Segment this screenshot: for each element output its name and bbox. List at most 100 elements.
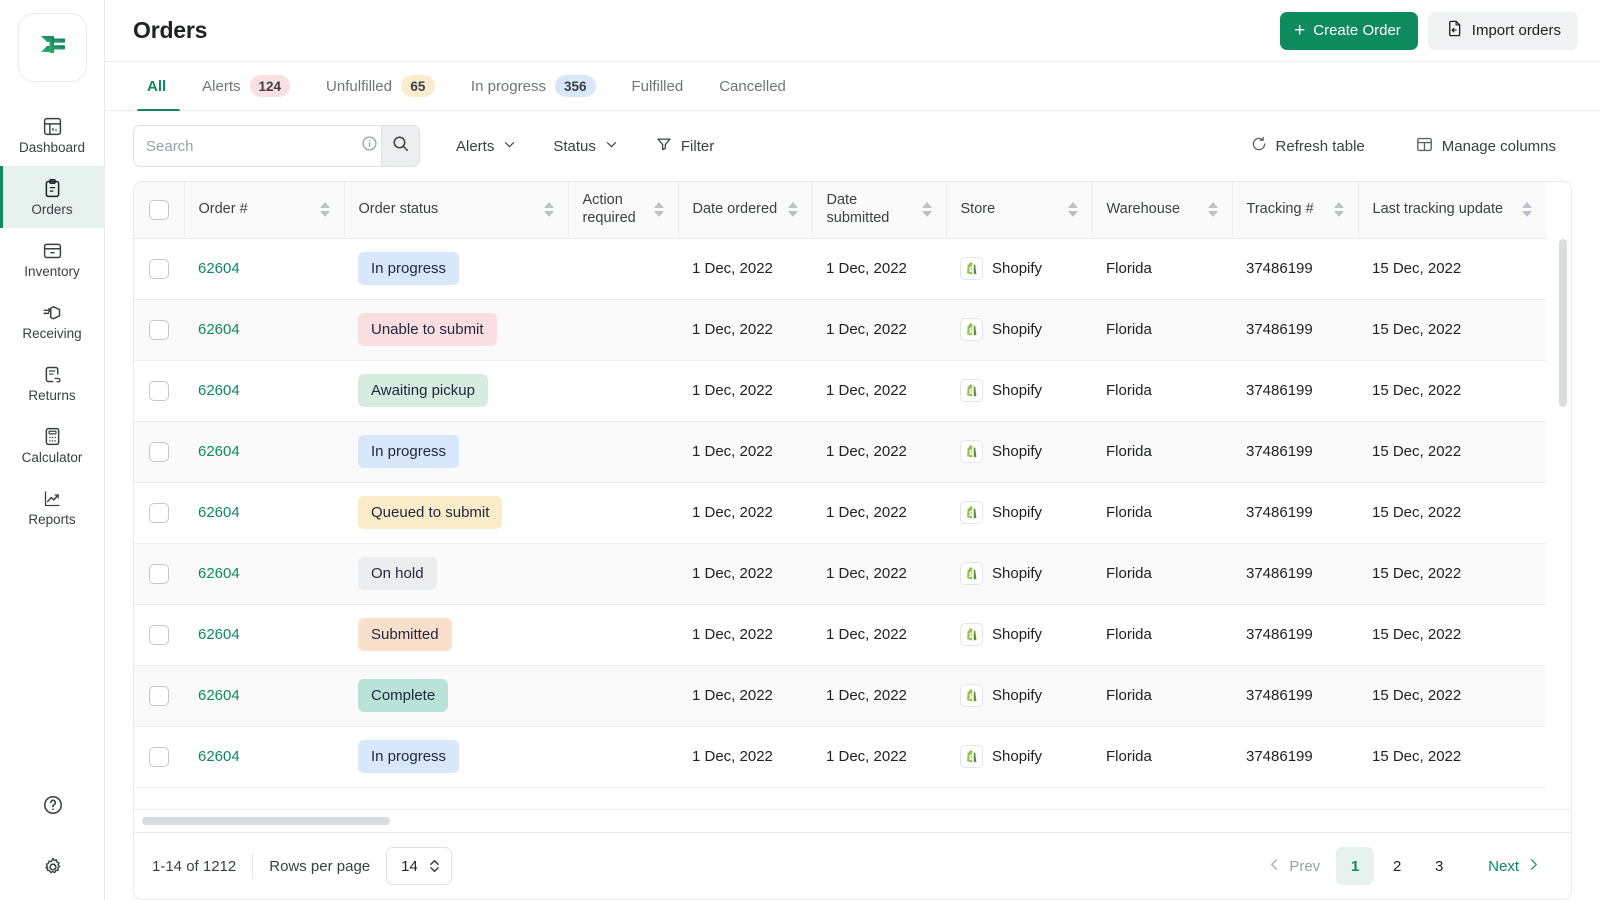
cell-action-required xyxy=(568,665,678,726)
app-logo[interactable] xyxy=(18,13,87,82)
help-button[interactable] xyxy=(0,776,105,838)
manage-columns-button[interactable]: Manage columns xyxy=(1399,127,1572,165)
shopify-icon xyxy=(960,379,983,402)
cell-store: Shopify xyxy=(946,543,1092,604)
status-badge: Complete xyxy=(358,679,448,712)
cell-last-tracking-update: 15 Dec, 2022 xyxy=(1358,543,1546,604)
alerts-dropdown[interactable]: Alerts xyxy=(440,127,533,165)
sort-toggle-icon[interactable] xyxy=(788,202,798,217)
sidebar-item-orders[interactable]: Orders xyxy=(0,166,105,228)
table-row[interactable]: 62604Complete1 Dec, 20221 Dec, 2022Shopi… xyxy=(134,665,1546,726)
row-checkbox[interactable] xyxy=(149,381,169,401)
sort-toggle-icon[interactable] xyxy=(654,202,664,217)
row-checkbox[interactable] xyxy=(149,564,169,584)
row-checkbox[interactable] xyxy=(149,320,169,340)
create-order-button[interactable]: + Create Order xyxy=(1280,12,1418,50)
scrollbar-thumb[interactable] xyxy=(142,817,390,825)
gear-icon xyxy=(42,856,64,883)
page-button-3[interactable]: 3 xyxy=(1420,847,1458,885)
column-header-order-status[interactable]: Order status xyxy=(344,182,568,238)
tab-in-progress[interactable]: In progress 356 xyxy=(453,62,614,110)
tab-fulfilled[interactable]: Fulfilled xyxy=(614,62,702,110)
next-page-button[interactable]: Next xyxy=(1476,847,1553,885)
row-checkbox[interactable] xyxy=(149,442,169,462)
search-input[interactable] xyxy=(134,126,357,166)
sidebar-item-returns[interactable]: Returns xyxy=(0,352,105,414)
order-number-link[interactable]: 62604 xyxy=(198,748,240,765)
stepper-arrows-icon[interactable] xyxy=(428,858,441,874)
table-row[interactable]: 62604Queued to submit1 Dec, 20221 Dec, 2… xyxy=(134,482,1546,543)
sort-toggle-icon[interactable] xyxy=(1068,202,1078,217)
sidebar-item-inventory[interactable]: Inventory xyxy=(0,228,105,290)
scrollbar-thumb[interactable] xyxy=(1559,239,1567,407)
order-number-link[interactable]: 62604 xyxy=(198,626,240,643)
page-button-2[interactable]: 2 xyxy=(1378,847,1416,885)
order-number-link[interactable]: 62604 xyxy=(198,260,240,277)
sort-toggle-icon[interactable] xyxy=(1334,202,1344,217)
settings-button[interactable] xyxy=(0,838,105,900)
column-header-action-required[interactable]: Action required xyxy=(568,182,678,238)
cell-last-tracking-update: 15 Dec, 2022 xyxy=(1358,421,1546,482)
tab-unfulfilled[interactable]: Unfulfilled 65 xyxy=(308,62,453,110)
import-orders-button[interactable]: Import orders xyxy=(1428,12,1578,50)
row-checkbox[interactable] xyxy=(149,503,169,523)
sidebar-item-calculator[interactable]: Calculator xyxy=(0,414,105,476)
column-header-store[interactable]: Store xyxy=(946,182,1092,238)
rows-per-page-stepper[interactable]: 14 xyxy=(386,847,452,885)
shopify-icon xyxy=(960,501,983,524)
order-number-link[interactable]: 62604 xyxy=(198,687,240,704)
sort-toggle-icon[interactable] xyxy=(544,202,554,217)
table-header: Order # Order status xyxy=(134,182,1546,238)
tab-label: Cancelled xyxy=(719,78,786,95)
column-header-tracking-number[interactable]: Tracking # xyxy=(1232,182,1358,238)
column-header-warehouse[interactable]: Warehouse xyxy=(1092,182,1232,238)
order-number-link[interactable]: 62604 xyxy=(198,504,240,521)
order-number-link[interactable]: 62604 xyxy=(198,443,240,460)
sidebar-item-label: Inventory xyxy=(24,265,80,279)
order-number-link[interactable]: 62604 xyxy=(198,321,240,338)
column-header-order-number[interactable]: Order # xyxy=(184,182,344,238)
search-info-button[interactable] xyxy=(357,135,381,157)
table-vertical-scrollbar[interactable] xyxy=(1559,239,1567,785)
cell-date-submitted: 1 Dec, 2022 xyxy=(812,604,946,665)
table-row[interactable]: 62604Unable to submit1 Dec, 20221 Dec, 2… xyxy=(134,299,1546,360)
cell-order-status: Queued to submit xyxy=(344,482,568,543)
row-checkbox[interactable] xyxy=(149,625,169,645)
import-orders-label: Import orders xyxy=(1472,22,1561,39)
row-checkbox[interactable] xyxy=(149,747,169,767)
table-row[interactable]: 62604In progress1 Dec, 20221 Dec, 2022Sh… xyxy=(134,421,1546,482)
order-number-link[interactable]: 62604 xyxy=(198,382,240,399)
table-horizontal-scrollbar[interactable] xyxy=(134,809,1571,832)
table-row[interactable]: 62604In progress1 Dec, 20221 Dec, 2022Sh… xyxy=(134,238,1546,299)
tab-alerts[interactable]: Alerts 124 xyxy=(184,62,308,110)
search-submit-button[interactable] xyxy=(381,126,419,166)
select-all-checkbox[interactable] xyxy=(149,200,169,220)
sidebar-item-receiving[interactable]: Receiving xyxy=(0,290,105,352)
tab-cancelled[interactable]: Cancelled xyxy=(701,62,804,110)
page-button-1[interactable]: 1 xyxy=(1336,847,1374,885)
sort-toggle-icon[interactable] xyxy=(1208,202,1218,217)
row-checkbox[interactable] xyxy=(149,686,169,706)
cell-store: Shopify xyxy=(946,421,1092,482)
sort-toggle-icon[interactable] xyxy=(922,202,932,217)
table-row[interactable]: 62604On hold1 Dec, 20221 Dec, 2022Shopif… xyxy=(134,543,1546,604)
prev-page-button[interactable]: Prev xyxy=(1255,847,1332,885)
filter-controls: Alerts Status xyxy=(440,127,730,165)
tab-all[interactable]: All xyxy=(133,62,184,110)
status-dropdown[interactable]: Status xyxy=(537,127,635,165)
sidebar-item-dashboard[interactable]: Dashboard xyxy=(0,104,105,166)
column-header-last-tracking-update[interactable]: Last tracking update xyxy=(1358,182,1546,238)
sort-toggle-icon[interactable] xyxy=(1522,202,1532,217)
table-row[interactable]: 62604Awaiting pickup1 Dec, 20221 Dec, 20… xyxy=(134,360,1546,421)
row-checkbox[interactable] xyxy=(149,259,169,279)
filter-button[interactable]: Filter xyxy=(639,127,730,165)
column-header-date-ordered[interactable]: Date ordered xyxy=(678,182,812,238)
table-row[interactable]: 62604Submitted1 Dec, 20221 Dec, 2022Shop… xyxy=(134,604,1546,665)
refresh-table-button[interactable]: Refresh table xyxy=(1234,127,1381,165)
header-actions: + Create Order Import orders xyxy=(1280,12,1578,50)
order-number-link[interactable]: 62604 xyxy=(198,565,240,582)
sort-toggle-icon[interactable] xyxy=(320,202,330,217)
sidebar-item-reports[interactable]: Reports xyxy=(0,476,105,538)
column-header-date-submitted[interactable]: Date submitted xyxy=(812,182,946,238)
table-row[interactable]: 62604In progress1 Dec, 20221 Dec, 2022Sh… xyxy=(134,726,1546,787)
